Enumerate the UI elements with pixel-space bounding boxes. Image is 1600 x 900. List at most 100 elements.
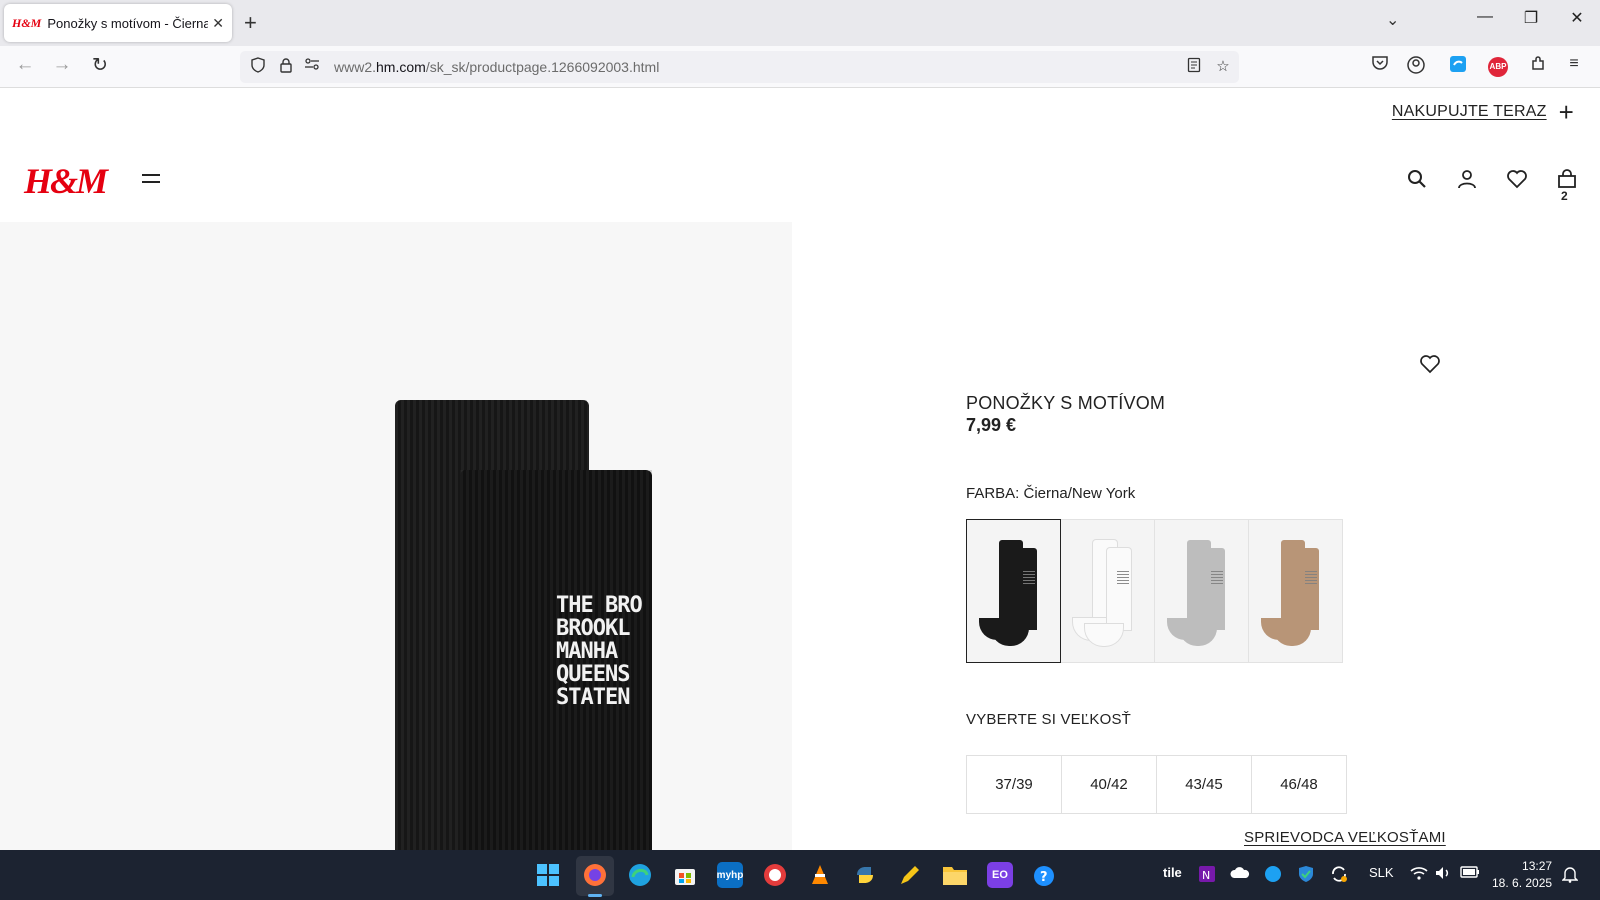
- windows-start-icon[interactable]: [535, 862, 561, 888]
- swatch-print: [1117, 570, 1129, 584]
- bookmark-star-icon[interactable]: ☆: [1213, 57, 1233, 75]
- system-clock[interactable]: 13:27 18. 6. 2025: [1492, 858, 1552, 892]
- battery-icon[interactable]: [1460, 865, 1480, 882]
- tray-shield-icon[interactable]: [1264, 865, 1282, 886]
- onedrive-icon[interactable]: [1230, 865, 1250, 882]
- color-swatch[interactable]: [1060, 519, 1155, 663]
- clock-date: 18. 6. 2025: [1492, 876, 1553, 890]
- url-path: /sk_sk/productpage.1266092003.html: [425, 59, 660, 75]
- browser-tab-bar: H&M Ponožky s motívom - Čierna/New York …: [0, 0, 1600, 46]
- bitwarden-extension-icon[interactable]: [1446, 55, 1470, 79]
- shield-icon[interactable]: [248, 57, 268, 77]
- sync-icon[interactable]: [1330, 865, 1348, 886]
- swatch-sock-foot: [1085, 624, 1123, 646]
- tab-title: Ponožky s motívom - Čierna/New York: [47, 15, 209, 31]
- hm-favicon-icon: H&M: [12, 15, 42, 30]
- app-menu-icon[interactable]: ≡: [1562, 55, 1586, 79]
- new-tab-icon[interactable]: +: [244, 10, 257, 36]
- color-swatch[interactable]: [1248, 519, 1343, 663]
- tab-close-icon[interactable]: ✕: [212, 15, 224, 32]
- color-swatch[interactable]: [966, 519, 1061, 663]
- sock-print-text: THE BRO BROOKL MANHA QUEENS STATEN: [556, 593, 643, 710]
- swatch-sock-front: [1107, 548, 1131, 630]
- list-all-tabs-icon[interactable]: ⌄: [1386, 10, 1399, 30]
- url-text[interactable]: www2.hm.com/sk_sk/productpage.1266092003…: [334, 59, 659, 75]
- size-option[interactable]: 37/39: [966, 755, 1062, 814]
- microsoft-store-icon[interactable]: [672, 862, 698, 888]
- favorites-heart-icon[interactable]: [1506, 168, 1530, 192]
- search-icon[interactable]: [1406, 168, 1430, 192]
- onenote-icon[interactable]: N: [1198, 865, 1216, 886]
- python-icon[interactable]: [852, 862, 878, 888]
- firefox-icon[interactable]: [582, 862, 608, 888]
- browser-tab-active[interactable]: H&M Ponožky s motívom - Čierna/New York …: [4, 4, 232, 42]
- swatch-sock-foot: [991, 624, 1029, 646]
- product-name: PONOŽKY S MOTÍVOM: [966, 393, 1166, 413]
- color-label: FARBA: Čierna/New York: [966, 485, 1136, 502]
- color-swatch[interactable]: [1154, 519, 1249, 663]
- add-to-favorites-heart-icon[interactable]: [1418, 353, 1442, 380]
- size-option[interactable]: 46/48: [1251, 755, 1347, 814]
- restore-window-icon[interactable]: ❐: [1516, 8, 1546, 28]
- adblock-plus-icon[interactable]: ABP: [1488, 57, 1508, 77]
- size-option[interactable]: 40/42: [1061, 755, 1157, 814]
- swatch-sock-front: [1013, 548, 1037, 630]
- pen-tool-icon[interactable]: [897, 862, 923, 888]
- hamburger-menu-icon[interactable]: [142, 174, 160, 188]
- bag-count-badge: 2: [1561, 189, 1568, 203]
- reader-view-icon[interactable]: [1184, 57, 1204, 77]
- product-price: 7,99 €: [966, 415, 1017, 435]
- swatch-print: [1023, 570, 1035, 584]
- product-image[interactable]: THE BRO BROOKL MANHA QUEENS STATEN: [0, 222, 792, 850]
- permissions-icon[interactable]: [302, 57, 322, 75]
- size-options: 37/39 40/42 43/45 46/48: [966, 755, 1347, 814]
- browser-nav-bar: ← → ↻ www2.hm.com/sk_sk/productpage.1266…: [0, 46, 1600, 88]
- address-bar[interactable]: www2.hm.com/sk_sk/productpage.1266092003…: [240, 51, 1239, 83]
- user-account-icon[interactable]: [1456, 168, 1480, 192]
- pocket-icon[interactable]: [1368, 55, 1392, 79]
- windows-security-icon[interactable]: [1297, 865, 1315, 886]
- back-icon[interactable]: ←: [12, 54, 38, 76]
- shop-now-link[interactable]: NAKUPUJTE TERAZ +: [1391, 97, 1574, 127]
- forward-icon[interactable]: →: [49, 54, 75, 76]
- security-app-icon[interactable]: [762, 862, 788, 888]
- active-app-indicator: [588, 894, 602, 897]
- svg-text:N: N: [1202, 869, 1210, 882]
- minimize-window-icon[interactable]: —: [1470, 8, 1500, 26]
- account-icon[interactable]: [1404, 55, 1428, 79]
- shopping-bag-icon[interactable]: [1556, 168, 1580, 192]
- url-prefix: www2.: [334, 59, 377, 75]
- file-explorer-icon[interactable]: [942, 862, 968, 888]
- wifi-icon[interactable]: [1410, 865, 1428, 884]
- plus-icon: +: [1558, 97, 1574, 127]
- size-label: VYBERTE SI VEĽKOSŤ: [966, 711, 1132, 728]
- volume-icon[interactable]: [1434, 865, 1452, 884]
- swatch-sock-front: [1201, 548, 1225, 630]
- swatch-print: [1211, 570, 1223, 584]
- reload-icon[interactable]: ↻: [87, 54, 113, 77]
- clock-time: 13:27: [1522, 859, 1553, 873]
- myhp-icon[interactable]: myhp: [717, 862, 743, 888]
- input-language[interactable]: SLK: [1369, 865, 1394, 880]
- vlc-icon[interactable]: [807, 862, 833, 888]
- extensions-icon[interactable]: [1526, 55, 1550, 79]
- swatch-sock-front: [1295, 548, 1319, 630]
- edge-icon[interactable]: [627, 862, 653, 888]
- swatch-sock-foot: [1179, 624, 1217, 646]
- size-option[interactable]: 43/45: [1156, 755, 1252, 814]
- svg-text:?: ?: [1040, 870, 1048, 885]
- swatch-print: [1305, 570, 1317, 584]
- shop-now-label: NAKUPUJTE TERAZ: [1391, 103, 1547, 120]
- notifications-bell-icon[interactable]: [1561, 865, 1579, 886]
- size-guide-link[interactable]: SPRIEVODCA VEĽKOSŤAMI: [1244, 829, 1446, 846]
- lock-icon[interactable]: [276, 57, 296, 77]
- close-window-icon[interactable]: ✕: [1562, 8, 1592, 28]
- color-swatches: [966, 519, 1343, 663]
- swatch-sock-foot: [1273, 624, 1311, 646]
- windows-taskbar: myhp EO ? tile N SLK 13:27 18. 6. 2025: [0, 850, 1600, 900]
- hm-logo[interactable]: H&M: [24, 160, 108, 202]
- url-domain: hm.com: [376, 59, 426, 75]
- tray-tile-icon[interactable]: tile: [1163, 865, 1182, 880]
- terminal-app-icon[interactable]: EO: [987, 862, 1013, 888]
- help-icon[interactable]: ?: [1032, 862, 1058, 888]
